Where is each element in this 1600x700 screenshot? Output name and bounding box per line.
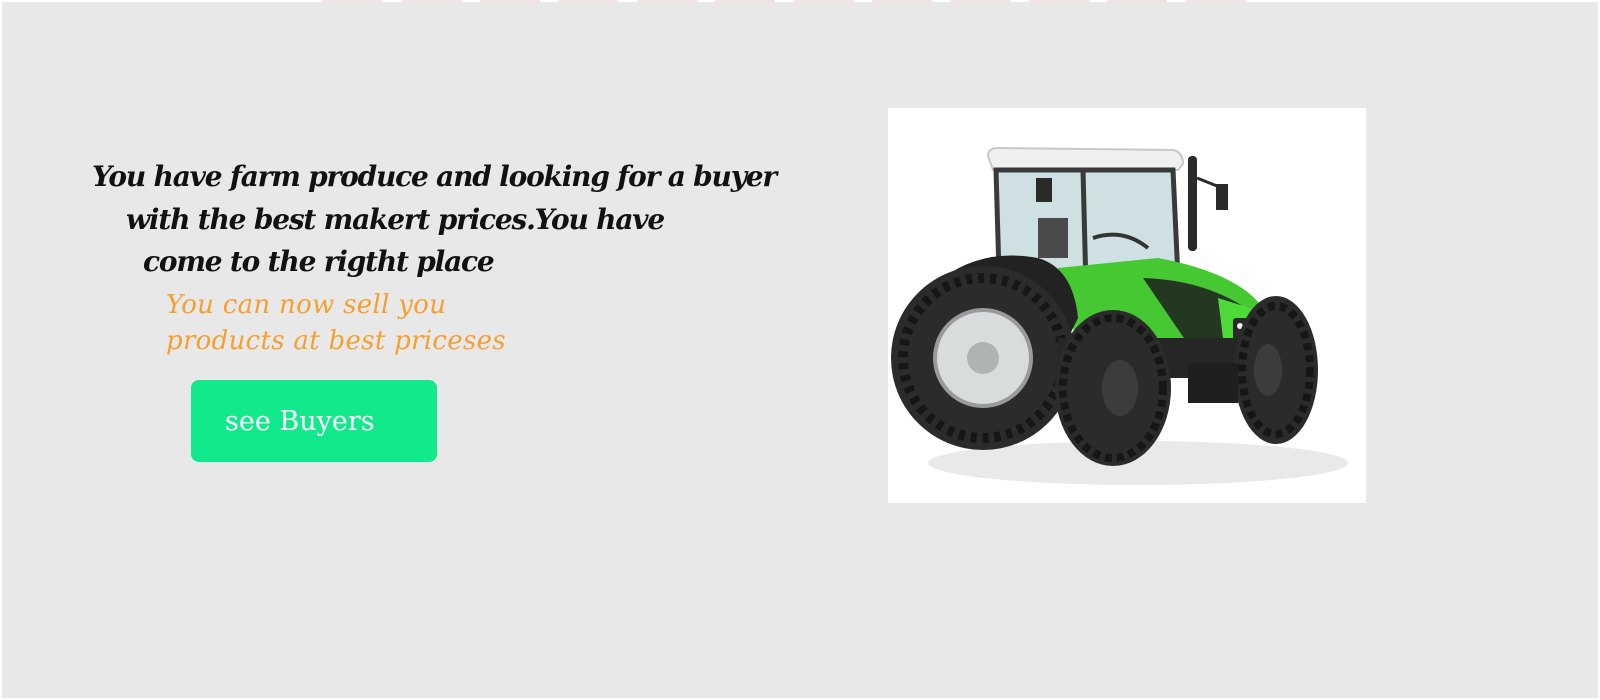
tractor-image <box>888 108 1366 503</box>
tractor-illustration <box>888 108 1366 503</box>
front-wheel-left <box>1055 310 1171 466</box>
rear-wheel <box>891 266 1075 450</box>
front-wheel-right <box>1234 296 1318 444</box>
headline-line-2: with the best makert prices.You have <box>126 203 665 236</box>
headline-line-1: You have farm produce and looking for a … <box>92 160 777 193</box>
headline-line-3: come to the rigtht place <box>143 245 495 278</box>
subline-line-1: You can now sell you <box>166 290 447 320</box>
see-buyers-button[interactable]: see Buyers <box>191 380 437 462</box>
subline-line-2: products at best priceses <box>166 326 506 356</box>
hero-section: You have farm produce and looking for a … <box>2 2 1598 698</box>
